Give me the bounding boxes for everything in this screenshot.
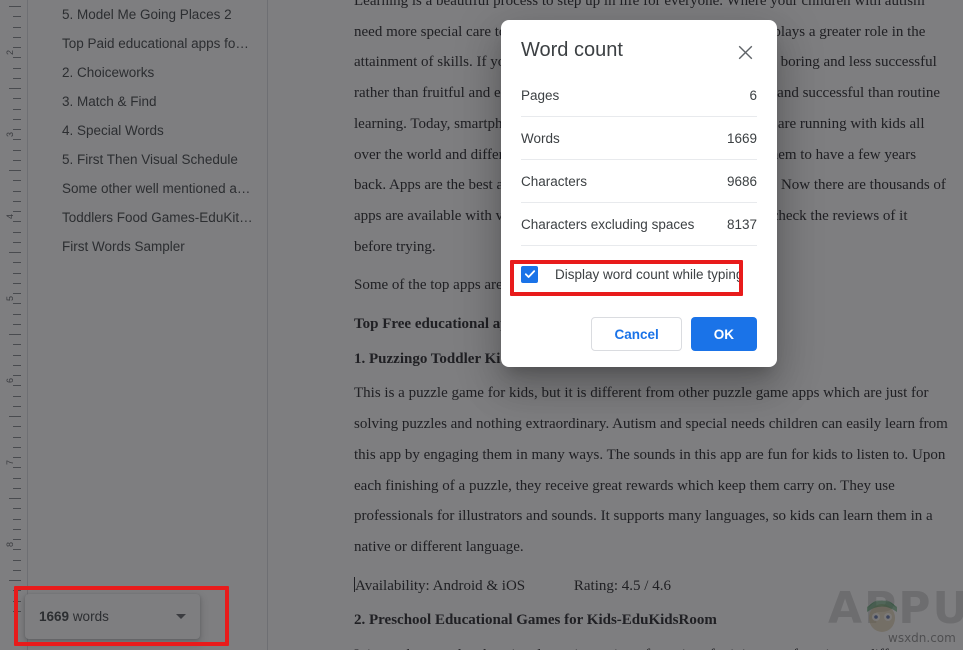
ok-button[interactable]: OK (690, 317, 757, 351)
display-word-count-checkbox-row[interactable]: Display word count while typing (521, 253, 757, 295)
word-count-dialog: Word count Pages 6 Words 1669 Characters… (501, 20, 777, 367)
stat-row-pages: Pages 6 (521, 74, 757, 117)
stat-label-words: Words (521, 130, 560, 146)
cancel-button[interactable]: Cancel (591, 317, 682, 351)
dialog-header: Word count (521, 20, 757, 74)
stat-label-characters: Characters (521, 173, 588, 189)
stat-row-words: Words 1669 (521, 117, 757, 160)
stat-row-characters-excluding-spaces: Characters excluding spaces 8137 (521, 203, 757, 246)
app-root: 2345678 5. Model Me Going Places 2 Top P… (0, 0, 963, 650)
checkmark-icon (524, 270, 535, 278)
stat-label-pages: Pages (521, 87, 560, 103)
display-word-count-checkbox[interactable] (521, 265, 538, 283)
close-icon[interactable] (733, 40, 757, 64)
stat-value-words: 1669 (726, 130, 757, 146)
modal-scrim[interactable] (0, 0, 963, 650)
display-word-count-checkbox-label: Display word count while typing (555, 266, 744, 282)
stat-row-characters: Characters 9686 (521, 160, 757, 203)
stat-value-pages: 6 (749, 87, 757, 103)
stat-label-characters-excluding-spaces: Characters excluding spaces (521, 216, 695, 232)
dialog-title: Word count (521, 39, 623, 61)
stat-value-characters: 9686 (726, 173, 757, 189)
dialog-actions: Cancel OK (521, 317, 757, 351)
stat-value-characters-excluding-spaces: 8137 (726, 216, 757, 232)
